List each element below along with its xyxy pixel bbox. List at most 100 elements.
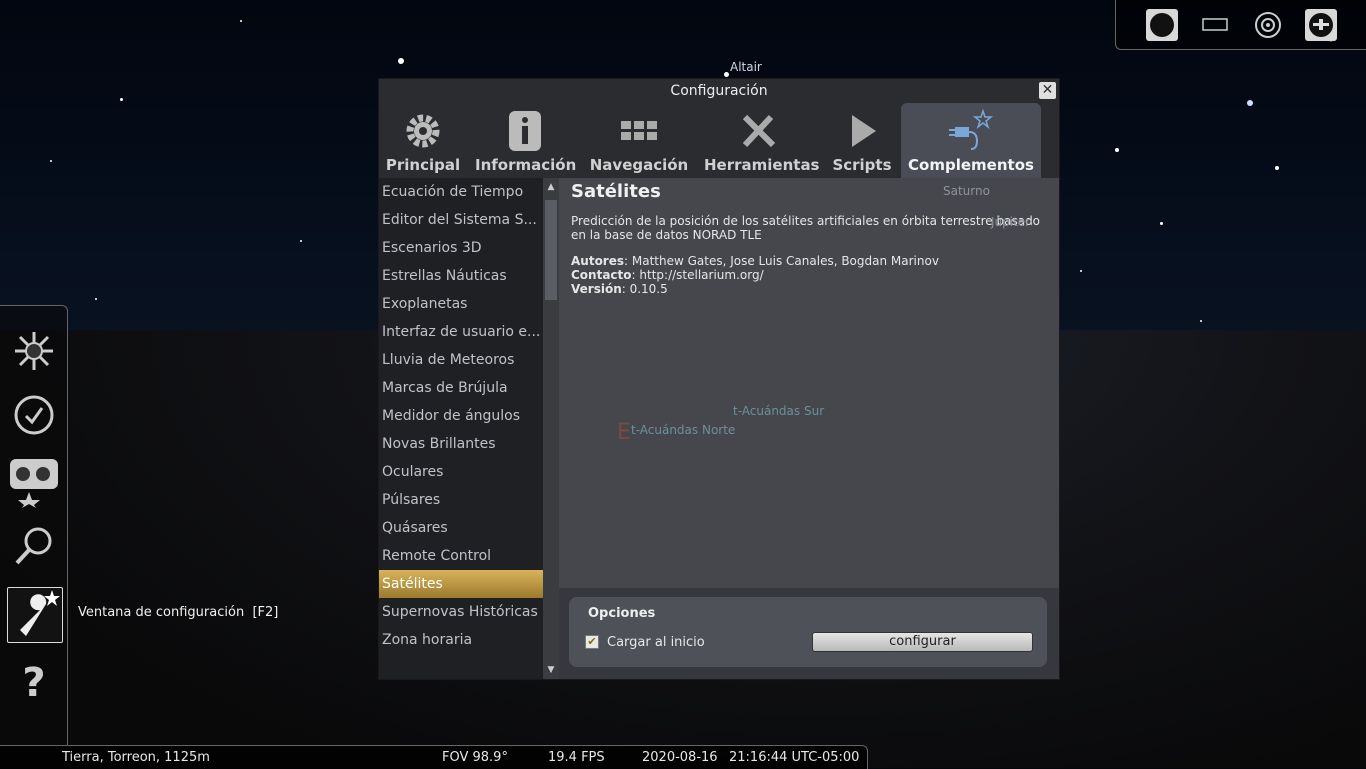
contact-label: Contacto bbox=[571, 268, 632, 282]
tab-label: Navegación bbox=[589, 156, 689, 174]
list-item[interactable]: Estrellas Náuticas bbox=[379, 262, 543, 290]
authors-label: Autores bbox=[571, 254, 625, 268]
list-item-selected[interactable]: Satélites bbox=[379, 570, 543, 598]
clock-icon[interactable] bbox=[7, 388, 61, 442]
scrollbar-thumb[interactable] bbox=[545, 200, 557, 300]
star bbox=[300, 240, 302, 242]
left-toolbar: ? bbox=[0, 305, 68, 746]
plugin-list-scrollbar[interactable]: ▲ ▼ bbox=[543, 178, 559, 679]
tab-principal[interactable]: Principal bbox=[384, 103, 462, 178]
windowed-mode-icon[interactable] bbox=[1199, 9, 1231, 41]
scroll-up-icon[interactable]: ▲ bbox=[543, 180, 559, 194]
list-item[interactable]: Medidor de ángulos bbox=[379, 402, 543, 430]
sky-label-saturn: Saturno bbox=[943, 184, 990, 198]
star bbox=[1275, 166, 1279, 170]
sky-label-meteor-south: t-Acuándas Sur bbox=[733, 404, 825, 418]
play-icon bbox=[852, 115, 876, 147]
load-at-startup-label[interactable]: Cargar al inicio bbox=[607, 635, 705, 650]
plugin-contact: Contacto: http://stellarium.org/ bbox=[571, 268, 764, 282]
tab-navegacion[interactable]: Navegación bbox=[589, 103, 689, 178]
list-item[interactable]: Exoplanetas bbox=[379, 290, 543, 318]
plugin-list: Ecuación de Tiempo Editor del Sistema S.… bbox=[379, 178, 543, 679]
satellite-plugin-icon[interactable] bbox=[1305, 9, 1337, 41]
configuration-dialog: Configuración ✕ Principal Información Na… bbox=[378, 78, 1060, 680]
toolbar-tooltip: Ventana de configuración [F2] bbox=[78, 605, 279, 620]
plugin-authors: Autores: Matthew Gates, Jose Luis Canale… bbox=[571, 254, 939, 268]
info-icon bbox=[509, 111, 541, 151]
tab-label: Complementos bbox=[908, 156, 1034, 174]
star bbox=[95, 298, 97, 300]
star bbox=[1200, 320, 1202, 322]
status-bar: Tierra, Torreon, 1125m FOV 98.9° 19.4 FP… bbox=[0, 745, 868, 769]
contact-value: : http://stellarium.org/ bbox=[631, 268, 764, 282]
navigation-icon bbox=[621, 121, 657, 140]
sky-label-altair: Altair bbox=[730, 60, 762, 74]
list-item[interactable]: Lluvia de Meteoros bbox=[379, 346, 543, 374]
ocular-icon[interactable] bbox=[1252, 9, 1284, 41]
star bbox=[398, 58, 404, 64]
sky-and-viewing-options-icon[interactable] bbox=[7, 454, 61, 508]
list-item[interactable]: Novas Brillantes bbox=[379, 430, 543, 458]
date-text: 2020-08-16 bbox=[642, 750, 718, 765]
help-icon[interactable]: ? bbox=[7, 654, 61, 708]
tab-bar: Principal Información Navegación Herrami… bbox=[379, 103, 1059, 178]
version-label: Versión bbox=[571, 282, 622, 296]
configuration-icon[interactable] bbox=[7, 587, 63, 643]
top-toolbar bbox=[1115, 0, 1366, 50]
scroll-down-icon[interactable]: ▼ bbox=[543, 663, 559, 677]
star bbox=[1247, 100, 1253, 106]
list-item[interactable]: Remote Control bbox=[379, 542, 543, 570]
plugin-detail-panel: Satélites Predicción de la posición de l… bbox=[559, 178, 1059, 588]
tab-scripts[interactable]: Scripts bbox=[829, 103, 895, 178]
list-item[interactable]: Púlsares bbox=[379, 486, 543, 514]
load-at-startup-checkbox[interactable]: ✔ bbox=[585, 635, 599, 649]
star bbox=[724, 72, 729, 77]
star bbox=[1160, 222, 1163, 225]
tab-label: Principal bbox=[385, 156, 461, 174]
search-icon[interactable] bbox=[7, 519, 61, 573]
list-item[interactable]: Quásares bbox=[379, 514, 543, 542]
sky-label-meteor-north: t-Acuándas Norte bbox=[631, 423, 736, 437]
tab-label: Información bbox=[475, 156, 577, 174]
location-text: Tierra, Torreon, 1125m bbox=[62, 750, 210, 765]
plugin-version: Versión: 0.10.5 bbox=[571, 282, 668, 296]
list-item[interactable]: Escenarios 3D bbox=[379, 234, 543, 262]
plugin-title: Satélites bbox=[571, 181, 661, 202]
list-item[interactable]: Ecuación de Tiempo bbox=[379, 178, 543, 206]
plugin-icon bbox=[949, 109, 994, 150]
sky-label-jupiter: Júpiter bbox=[991, 215, 1031, 229]
location-icon[interactable] bbox=[7, 324, 61, 378]
star bbox=[1115, 148, 1119, 152]
authors-value: : Matthew Gates, Jose Luis Canales, Bogd… bbox=[624, 254, 939, 268]
fps-text: 19.4 FPS bbox=[548, 750, 605, 765]
options-title: Opciones bbox=[588, 606, 656, 621]
list-item[interactable]: Supernovas Históricas bbox=[379, 598, 543, 626]
gear-icon bbox=[406, 114, 440, 148]
star bbox=[120, 98, 123, 101]
list-item[interactable]: Interfaz de usuario e... bbox=[379, 318, 543, 346]
version-value: : 0.10.5 bbox=[621, 282, 668, 296]
star bbox=[240, 20, 242, 22]
tab-label: Herramientas bbox=[704, 156, 820, 174]
list-item[interactable]: Editor del Sistema S... bbox=[379, 206, 543, 234]
tab-complementos[interactable]: Complementos bbox=[901, 103, 1041, 178]
close-icon[interactable]: ✕ bbox=[1039, 82, 1056, 99]
cardinal-east: E bbox=[617, 420, 631, 445]
plugin-description: Predicción de la posición de los satélit… bbox=[571, 214, 1041, 242]
tools-icon bbox=[742, 114, 776, 148]
tab-herramientas[interactable]: Herramientas bbox=[704, 103, 820, 178]
fov-text: FOV 98.9° bbox=[442, 750, 508, 765]
list-item[interactable]: Oculares bbox=[379, 458, 543, 486]
list-item[interactable]: Zona horaria bbox=[379, 626, 543, 654]
options-panel: Opciones ✔ Cargar al inicio configurar bbox=[569, 597, 1047, 667]
dialog-titlebar[interactable]: Configuración ✕ bbox=[379, 79, 1059, 103]
tab-label: Scripts bbox=[832, 156, 892, 174]
star bbox=[1080, 270, 1082, 272]
time-text: 21:16:44 UTC-05:00 bbox=[729, 750, 860, 765]
list-item[interactable]: Marcas de Brújula bbox=[379, 374, 543, 402]
star bbox=[50, 160, 52, 162]
configure-button[interactable]: configurar bbox=[812, 632, 1033, 652]
full-screen-icon[interactable] bbox=[1146, 9, 1178, 41]
tab-informacion[interactable]: Información bbox=[475, 103, 577, 178]
svg-text:?: ? bbox=[22, 660, 45, 706]
